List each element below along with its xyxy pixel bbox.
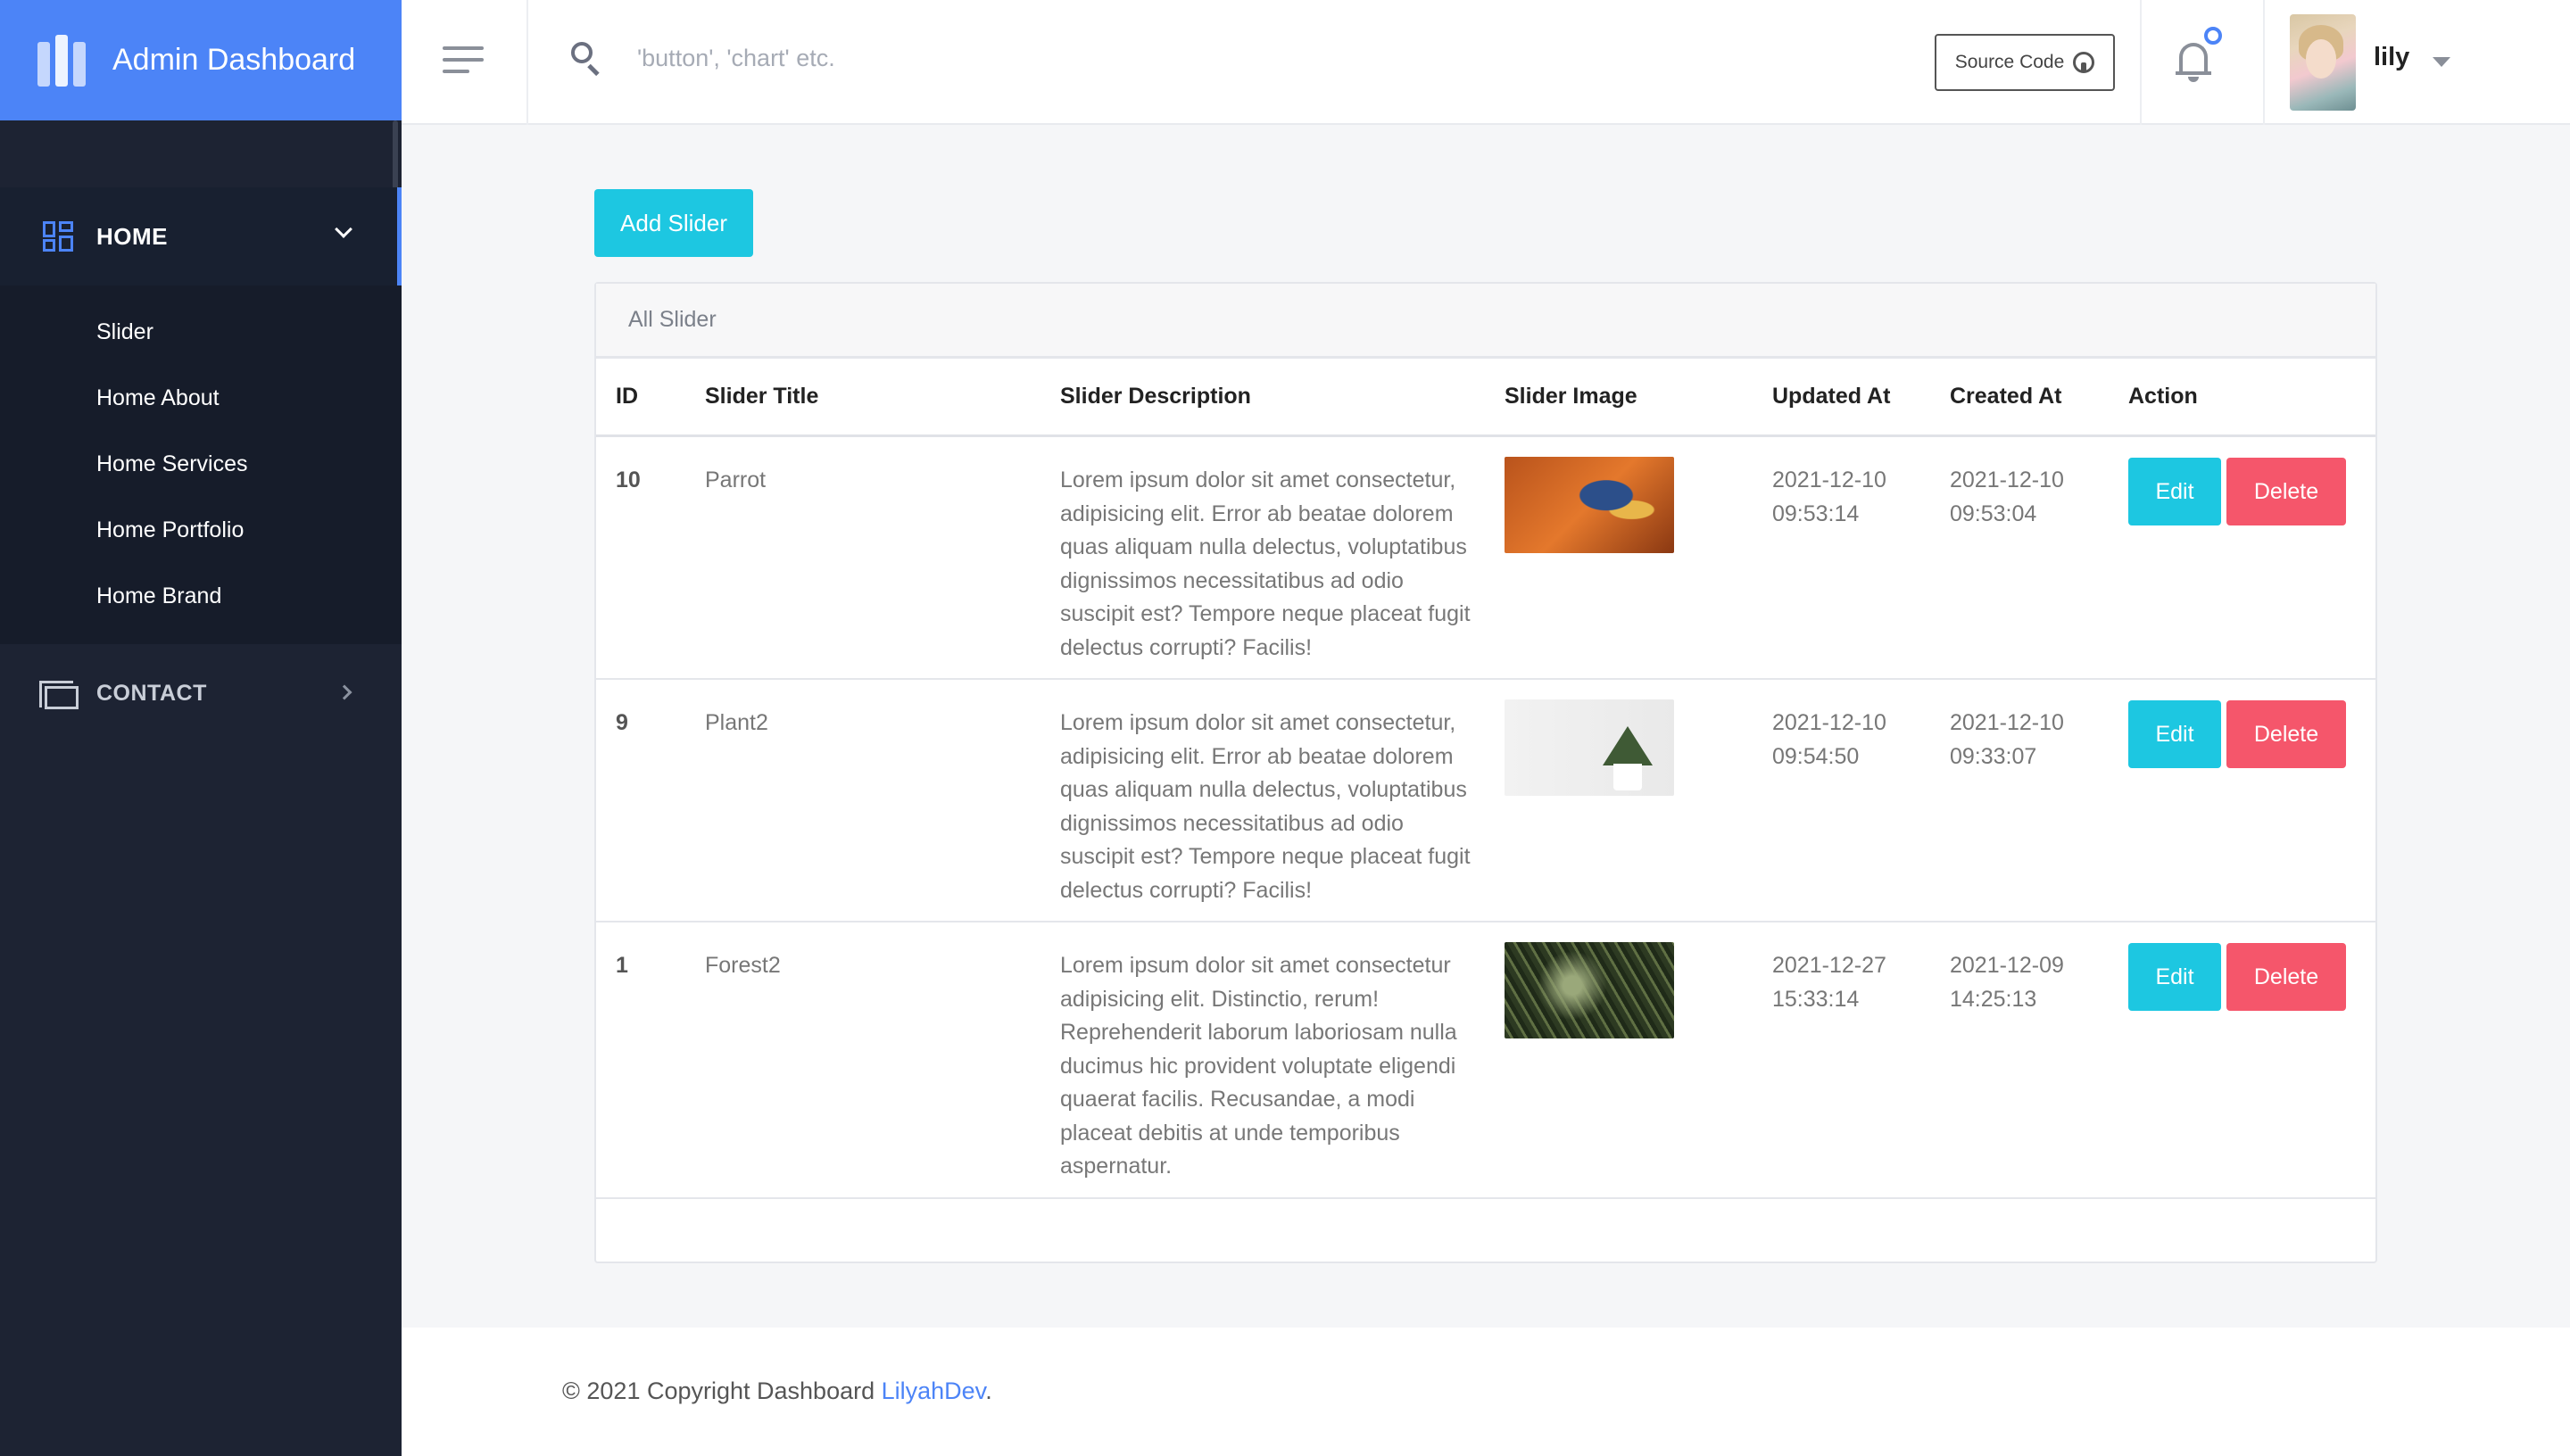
delete-button[interactable]: Delete <box>2226 458 2346 525</box>
sidebar-item-home-brand[interactable]: Home Brand <box>0 563 402 629</box>
search-icon[interactable] <box>569 40 605 77</box>
cell-id: 10 <box>616 467 641 492</box>
slider-image-thumbnail <box>1505 942 1674 1038</box>
slider-image-thumbnail <box>1505 699 1674 796</box>
sidebar-item-home[interactable]: HOME <box>0 187 402 285</box>
footer: © 2021 Copyright Dashboard LilyahDev. <box>402 1328 2570 1456</box>
search-input[interactable] <box>637 36 1262 80</box>
sidebar-item-home-services[interactable]: Home Services <box>0 431 402 497</box>
bell-icon[interactable] <box>2176 39 2215 84</box>
username[interactable]: lily <box>2374 43 2409 72</box>
github-icon <box>2073 52 2095 73</box>
avatar[interactable] <box>2290 14 2356 111</box>
divider <box>2140 0 2142 125</box>
delete-button[interactable]: Delete <box>2226 700 2346 768</box>
cell-title: Forest2 <box>705 953 781 978</box>
cell-updated-at: 2021-12-10 09:54:50 <box>1772 710 1886 769</box>
home-submenu: Slider Home About Home Services Home Por… <box>0 285 402 644</box>
cell-title: Parrot <box>705 467 767 492</box>
source-code-label: Source Code <box>1954 52 2065 72</box>
edit-button[interactable]: Edit <box>2128 458 2221 525</box>
cell-description: Lorem ipsum dolor sit amet consectetur a… <box>1060 953 1457 1179</box>
column-header-created-at: Created At <box>1950 384 2062 409</box>
dashboard-icon <box>43 221 73 252</box>
cell-description: Lorem ipsum dolor sit amet consectetur, … <box>1060 710 1471 903</box>
sidebar-item-home-portfolio[interactable]: Home Portfolio <box>0 497 402 563</box>
table-header: ID Slider Title Slider Description Slide… <box>596 359 2375 437</box>
cell-title: Plant2 <box>705 710 768 735</box>
source-code-button[interactable]: Source Code <box>1935 34 2115 91</box>
cell-created-at: 2021-12-10 09:53:04 <box>1950 467 2064 526</box>
slider-image-thumbnail <box>1505 457 1674 553</box>
table-row: 10 Parrot Lorem ipsum dolor sit amet con… <box>596 437 2375 680</box>
menu-toggle-icon[interactable] <box>443 46 484 73</box>
sidebar-item-contact[interactable]: CONTACT <box>0 644 402 742</box>
divider <box>526 0 528 125</box>
cell-created-at: 2021-12-10 09:33:07 <box>1950 710 2064 769</box>
footer-link[interactable]: LilyahDev <box>882 1377 986 1404</box>
add-slider-button[interactable]: Add Slider <box>594 189 753 257</box>
table-row: 1 Forest2 Lorem ipsum dolor sit amet con… <box>596 922 2375 1199</box>
column-header-image: Slider Image <box>1505 384 1637 409</box>
copyright-text: © 2021 Copyright Dashboard LilyahDev. <box>562 1377 992 1404</box>
notification-dot <box>2204 27 2222 45</box>
sidebar-item-label: HOME <box>96 222 168 250</box>
slider-table-card: All Slider ID Slider Title Slider Descri… <box>594 282 2377 1263</box>
divider <box>2263 0 2265 125</box>
column-header-description: Slider Description <box>1060 384 1251 409</box>
column-header-updated-at: Updated At <box>1772 384 1891 409</box>
folder-icon <box>39 677 79 709</box>
app-title: Admin Dashboard <box>112 43 356 77</box>
caret-down-icon[interactable] <box>2433 57 2450 67</box>
brand[interactable]: Admin Dashboard <box>0 0 402 120</box>
table-row: 9 Plant2 Lorem ipsum dolor sit amet cons… <box>596 680 2375 922</box>
logo-icon <box>37 34 86 87</box>
cell-id: 9 <box>616 710 628 735</box>
sidebar: Admin Dashboard HOME Slider Home About H… <box>0 0 402 1456</box>
column-header-id: ID <box>616 384 638 409</box>
cell-updated-at: 2021-12-27 15:33:14 <box>1772 953 1886 1012</box>
cell-id: 1 <box>616 953 628 978</box>
cell-description: Lorem ipsum dolor sit amet consectetur, … <box>1060 467 1471 660</box>
edit-button[interactable]: Edit <box>2128 943 2221 1011</box>
column-header-title: Slider Title <box>705 384 819 409</box>
chevron-down-icon <box>335 220 352 238</box>
card-title: All Slider <box>596 284 2375 359</box>
column-header-action: Action <box>2128 384 2198 409</box>
active-indicator <box>397 187 402 285</box>
sidebar-item-slider[interactable]: Slider <box>0 299 402 365</box>
edit-button[interactable]: Edit <box>2128 700 2221 768</box>
cell-created-at: 2021-12-09 14:25:13 <box>1950 953 2064 1012</box>
topbar: Source Code lily <box>402 0 2570 125</box>
delete-button[interactable]: Delete <box>2226 943 2346 1011</box>
sidebar-item-home-about[interactable]: Home About <box>0 365 402 431</box>
sidebar-item-label: CONTACT <box>96 680 207 706</box>
cell-updated-at: 2021-12-10 09:53:14 <box>1772 467 1886 526</box>
chevron-right-icon <box>336 684 352 700</box>
